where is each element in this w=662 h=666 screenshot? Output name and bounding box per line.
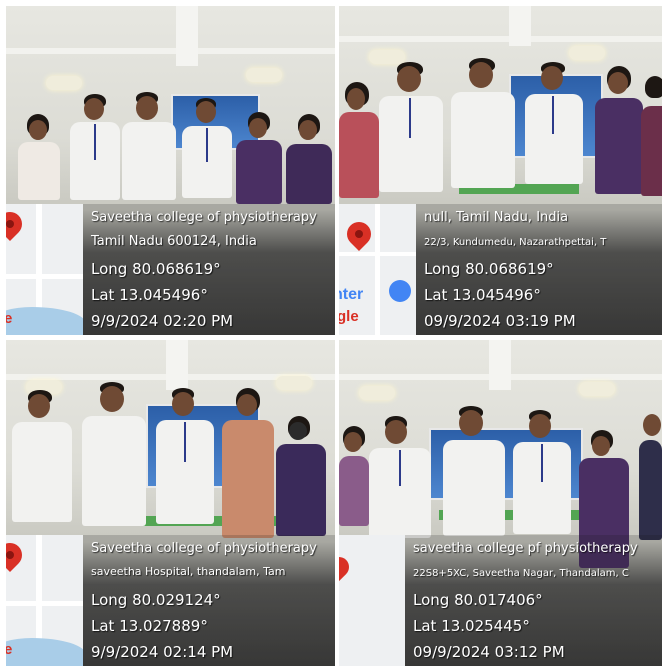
shopping-bag-icon <box>389 280 411 302</box>
location-address: Tamil Nadu 600124, India <box>91 234 257 249</box>
location-name: null, Tamil Nadu, India <box>424 210 569 225</box>
photo-panel-2: nter gle null, Tamil Nadu, India 22/3, K… <box>339 6 662 335</box>
map-thumbnail: e <box>6 204 83 335</box>
ceiling-lamp <box>276 376 312 390</box>
location-address: saveetha Hospital, thandalam, Tam <box>91 565 286 578</box>
location-name: Saveetha college of physiotherapy <box>91 541 317 556</box>
map-pin-icon <box>342 217 376 251</box>
geotag-overlay: Saveetha college of physiotherapy saveet… <box>83 535 335 666</box>
location-name: Saveetha college of physiotherapy <box>91 210 317 225</box>
map-pin-icon <box>339 552 354 582</box>
map-thumbnail: nter gle <box>339 204 416 335</box>
location-address: 22S8+5XC, Saveetha Nagar, Thandalam, C <box>413 568 629 579</box>
map-label: e <box>6 641 13 658</box>
ceiling-lamp <box>359 386 395 400</box>
map-logo-text: gle <box>339 308 359 325</box>
geotag-overlay: Saveetha college of physiotherapy Tamil … <box>83 204 335 335</box>
map-label: e <box>6 310 13 327</box>
ceiling-beam <box>489 340 511 390</box>
latitude: Lat 13.025445° <box>413 617 530 635</box>
latitude: Lat 13.045496° <box>91 286 208 304</box>
ceiling-beam <box>509 6 531 46</box>
timestamp: 9/9/2024 02:14 PM <box>91 643 234 661</box>
geotag-overlay: saveetha college pf physiotherapy 22S8+5… <box>339 535 662 666</box>
timestamp: 09/9/2024 03:12 PM <box>413 643 565 661</box>
map-pin-icon <box>6 207 27 241</box>
location-name: saveetha college pf physiotherapy <box>413 541 638 556</box>
photo-panel-3: e Saveetha college of physiotherapy save… <box>6 340 335 666</box>
map-thumbnail: e <box>6 535 83 666</box>
longitude: Long 80.068619° <box>91 260 221 278</box>
location-address: 22/3, Kundumedu, Nazarathpettai, T <box>424 237 607 248</box>
ceiling-beam <box>166 340 188 390</box>
latitude: Lat 13.027889° <box>91 617 208 635</box>
ceiling-beam <box>176 6 198 66</box>
ceiling-lamp <box>246 68 282 82</box>
map-thumbnail <box>339 535 405 666</box>
geotag-overlay: null, Tamil Nadu, India 22/3, Kundumedu,… <box>416 204 662 335</box>
longitude: Long 80.017406° <box>413 591 543 609</box>
photo-panel-4: saveetha college pf physiotherapy 22S8+5… <box>339 340 662 666</box>
ceiling-strip <box>339 36 662 42</box>
latitude: Lat 13.045496° <box>424 286 541 304</box>
timestamp: 9/9/2024 02:20 PM <box>91 312 234 330</box>
ceiling-lamp <box>579 382 615 396</box>
ceiling-lamp <box>369 50 405 64</box>
ceiling-lamp <box>569 46 605 60</box>
longitude: Long 80.029124° <box>91 591 221 609</box>
photo-panel-1: e Saveetha college of physiotherapy Tami… <box>6 6 335 335</box>
map-pin-icon <box>6 538 27 572</box>
map-label: nter <box>339 286 364 303</box>
ceiling-lamp <box>46 76 82 90</box>
timestamp: 09/9/2024 03:19 PM <box>424 312 576 330</box>
longitude: Long 80.068619° <box>424 260 554 278</box>
ceiling-strip <box>6 48 335 54</box>
